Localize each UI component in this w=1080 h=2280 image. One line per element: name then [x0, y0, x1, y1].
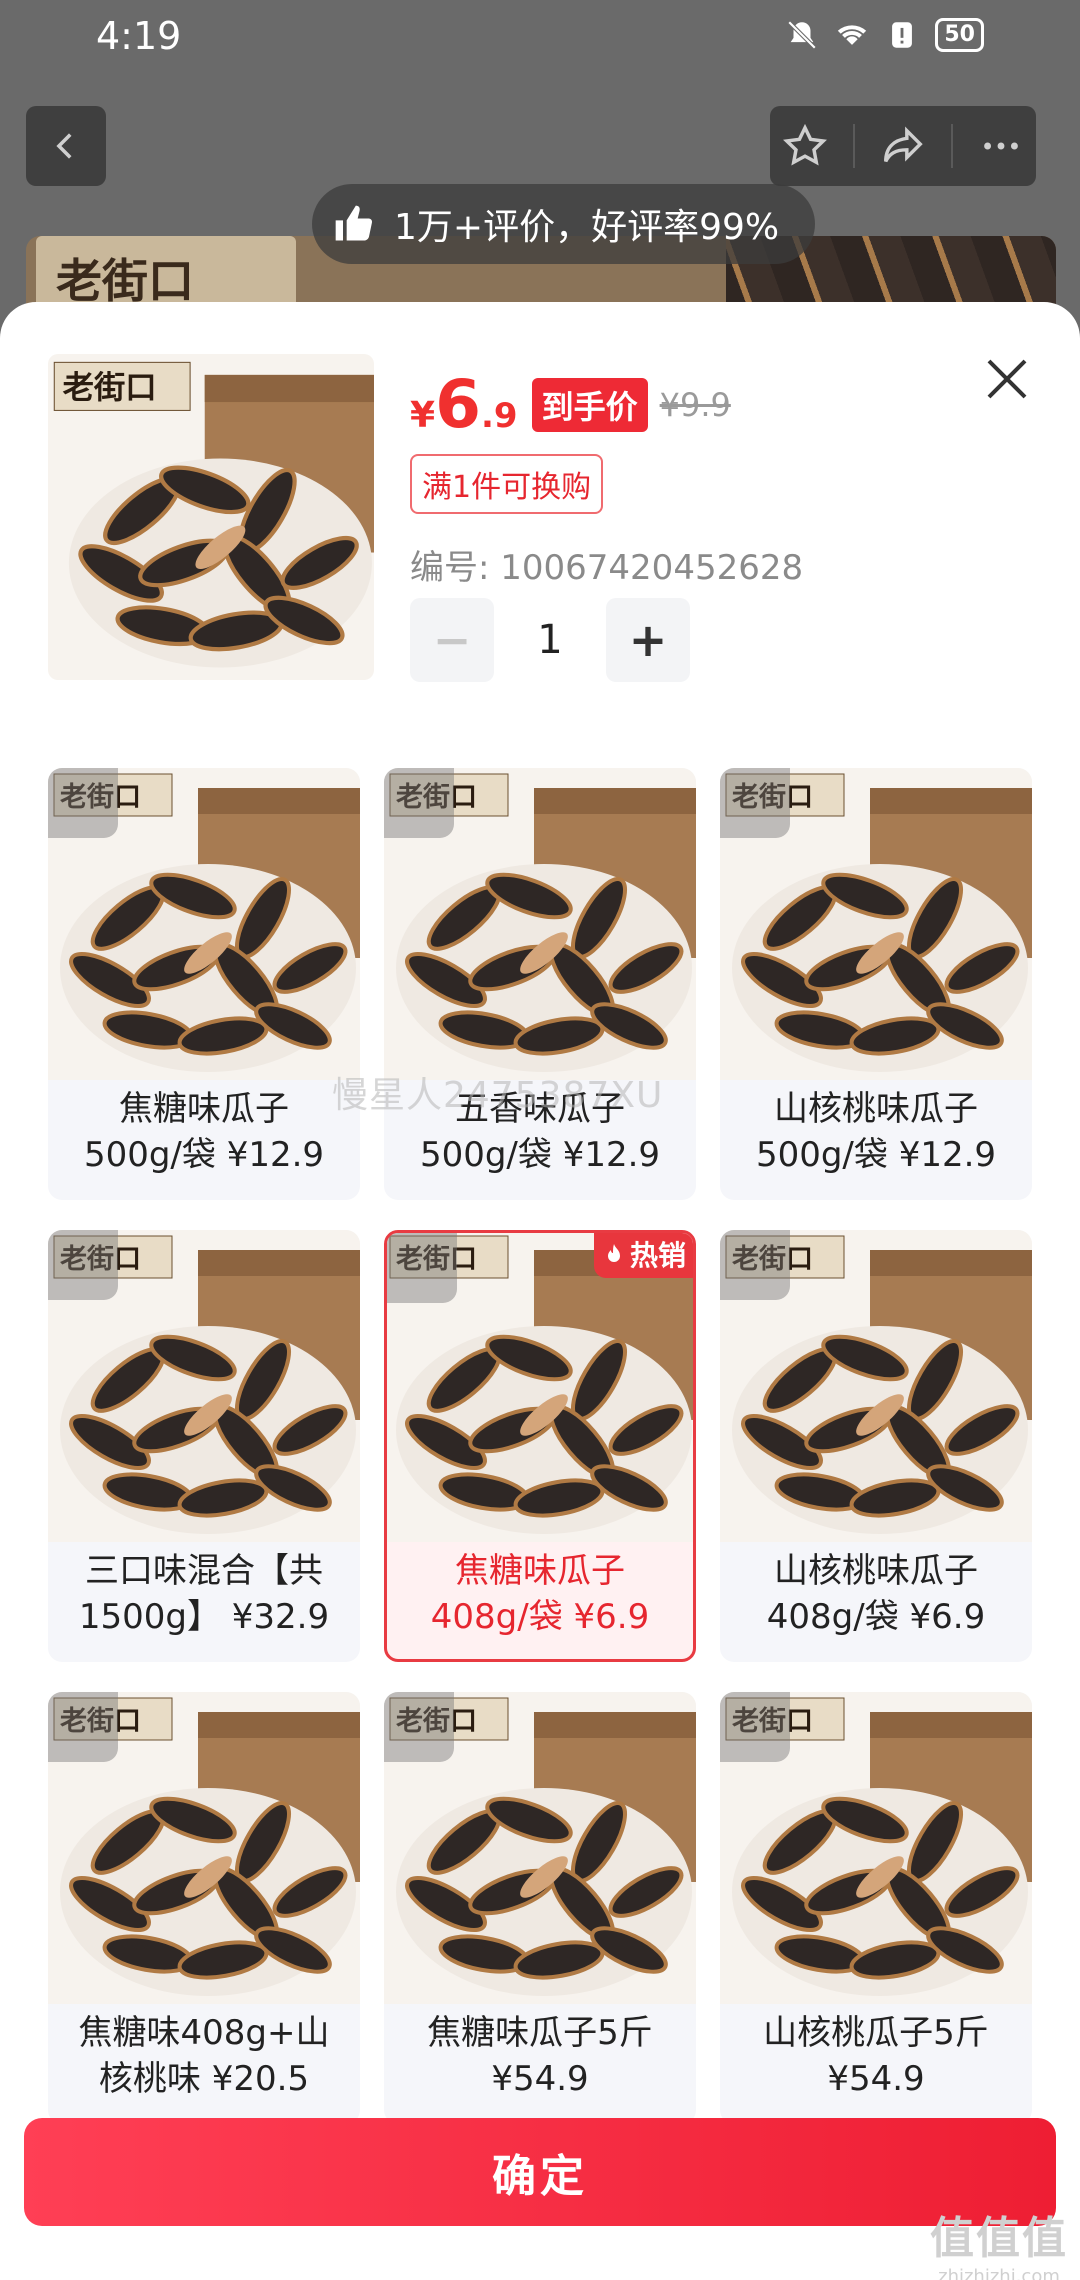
sku-option-label-line: 500g/袋 ¥12.9	[755, 1135, 997, 1175]
zoom-icon[interactable]	[720, 1230, 790, 1300]
review-summary: 1万+评价，好评率99%	[312, 184, 816, 264]
confirm-button[interactable]: 确定	[24, 2118, 1056, 2226]
zoom-icon[interactable]	[720, 768, 790, 838]
battery-indicator: 50	[935, 18, 984, 52]
sku-option-label: 山核桃味瓜子 500g/袋 ¥12.9	[720, 1086, 1032, 1178]
quantity-stepper: − 1 +	[410, 598, 690, 682]
status-time: 4:19	[96, 14, 182, 58]
sku-option-label-line: 焦糖味瓜子	[455, 1551, 625, 1591]
more-icon[interactable]	[978, 123, 1024, 169]
price-currency: ¥	[410, 395, 436, 436]
star-icon[interactable]	[782, 123, 828, 169]
mute-bell-icon	[788, 20, 817, 50]
sku-option-label-line: 山核桃味瓜子	[774, 1551, 978, 1591]
zoom-icon[interactable]	[387, 1233, 457, 1303]
user-watermark: 慢星人2475387XU	[332, 1075, 664, 1116]
sku-option-card[interactable]: 老街口 热销 焦糖味瓜子 408g/袋 ¥6.9	[384, 1230, 696, 1662]
sku-option-label-line: 500g/袋 ¥12.9	[419, 1135, 661, 1175]
site-watermark-url: zhizhizhi.com	[938, 2266, 1060, 2280]
sku-option-card[interactable]: 老街口 五香味瓜子 500g/袋 ¥12.9	[384, 768, 696, 1200]
sku-option-label: 焦糖味408g+山 核桃味 ¥20.5	[48, 2010, 360, 2102]
sku-option-label: 三口味混合【共 1500g】 ¥32.9	[48, 1548, 360, 1640]
sku-selector-sheet: 老街口 ¥ 6 .9 到手价 ¥9.9 满1件可换购 编号: 100674204…	[0, 302, 1080, 2280]
flame-icon	[607, 1244, 620, 1262]
sku-option-label: 山核桃瓜子5斤 ¥54.9	[720, 2010, 1032, 2102]
sku-option-label-line: ¥54.9	[491, 2059, 589, 2099]
sku-option-card[interactable]: 老街口 山核桃味瓜子 408g/袋 ¥6.9	[720, 1230, 1032, 1662]
site-watermark-glyphs: 值值值	[930, 2213, 1068, 2264]
wifi-icon	[838, 25, 867, 45]
zoom-icon[interactable]	[384, 1692, 454, 1762]
chevron-left-icon	[56, 133, 72, 159]
sku-option-label-line: ¥54.9	[827, 2059, 925, 2099]
sku-option-label-line: 核桃味 ¥20.5	[98, 2059, 310, 2099]
decrease-button[interactable]: −	[410, 598, 494, 682]
sku-option-label-line: 1500g】 ¥32.9	[78, 1597, 330, 1637]
zoom-icon[interactable]	[48, 1692, 118, 1762]
sku-option-label-line: 408g/袋 ¥6.9	[766, 1597, 986, 1637]
review-summary-text: 1万+评价，好评率99%	[394, 207, 780, 248]
top-actions	[770, 106, 1036, 186]
sku-option-label-line: 焦糖味瓜子5斤	[427, 2013, 653, 2053]
sku-option-card[interactable]: 老街口 三口味混合【共 1500g】 ¥32.9	[48, 1230, 360, 1662]
sku-option-label-line: 408g/袋 ¥6.9	[430, 1597, 650, 1637]
final-price-tag: 到手价	[531, 377, 648, 432]
hot-badge: 热销	[593, 1233, 693, 1278]
sku-option-card[interactable]: 老街口 焦糖味瓜子 500g/袋 ¥12.9	[48, 768, 360, 1200]
zoom-icon[interactable]	[384, 768, 454, 838]
price-integer: 6	[435, 366, 481, 443]
sku-option-card[interactable]: 老街口 焦糖味408g+山 核桃味 ¥20.5	[48, 1692, 360, 2124]
quantity-value[interactable]: 1	[494, 617, 606, 663]
status-bar: 4:19 50	[0, 0, 1080, 76]
divider	[853, 124, 856, 168]
hot-badge-label: 热销	[629, 1239, 686, 1272]
sku-option-label-line: 焦糖味瓜子	[119, 1089, 289, 1129]
sku-option-label: 山核桃味瓜子 408g/袋 ¥6.9	[720, 1548, 1032, 1640]
sku-option-label: 焦糖味瓜子5斤 ¥54.9	[384, 2010, 696, 2102]
promo-badge[interactable]: 满1件可换购	[410, 454, 604, 514]
sku-option-label-line: 焦糖味408g+山	[78, 2013, 330, 2053]
zoom-icon[interactable]	[720, 1692, 790, 1762]
share-icon[interactable]	[880, 123, 926, 169]
sku-option-label-line: 山核桃味瓜子	[774, 1089, 978, 1129]
site-watermark: 值值值 zhizhizhi.com	[930, 2202, 1068, 2280]
selected-product-image[interactable]: 老街口	[48, 354, 374, 680]
sku-option-label: 焦糖味瓜子 500g/袋 ¥12.9	[48, 1086, 360, 1178]
sku-option-label-line: 500g/袋 ¥12.9	[83, 1135, 325, 1175]
back-button[interactable]	[26, 106, 106, 186]
sku-number: 编号: 10067420452628	[410, 548, 804, 588]
sku-option-card[interactable]: 老街口 焦糖味瓜子5斤 ¥54.9	[384, 1692, 696, 2124]
sku-option-label-line: 三口味混合【共	[85, 1551, 323, 1591]
thumbs-up-icon	[335, 205, 373, 241]
svg-text:老街口: 老街口	[63, 370, 157, 406]
sku-option-card[interactable]: 老街口 山核桃味瓜子 500g/袋 ¥12.9	[720, 768, 1032, 1200]
zoom-icon[interactable]	[48, 1230, 118, 1300]
price-decimal: .9	[481, 396, 518, 436]
sku-option-label: 焦糖味瓜子 408g/袋 ¥6.9	[387, 1548, 693, 1640]
close-icon[interactable]	[980, 352, 1034, 406]
status-icons: 50	[785, 18, 984, 52]
increase-button[interactable]: +	[606, 598, 690, 682]
alert-icon	[892, 22, 913, 48]
sku-option-card[interactable]: 老街口 山核桃瓜子5斤 ¥54.9	[720, 1692, 1032, 2124]
original-price: ¥9.9	[659, 385, 731, 424]
divider	[950, 124, 953, 168]
price-row: ¥ 6 .9 到手价 ¥9.9	[410, 366, 731, 443]
sku-option-label-line: 山核桃瓜子5斤	[763, 2013, 989, 2053]
product-image: 老街口	[48, 354, 374, 680]
zoom-icon[interactable]	[48, 768, 118, 838]
